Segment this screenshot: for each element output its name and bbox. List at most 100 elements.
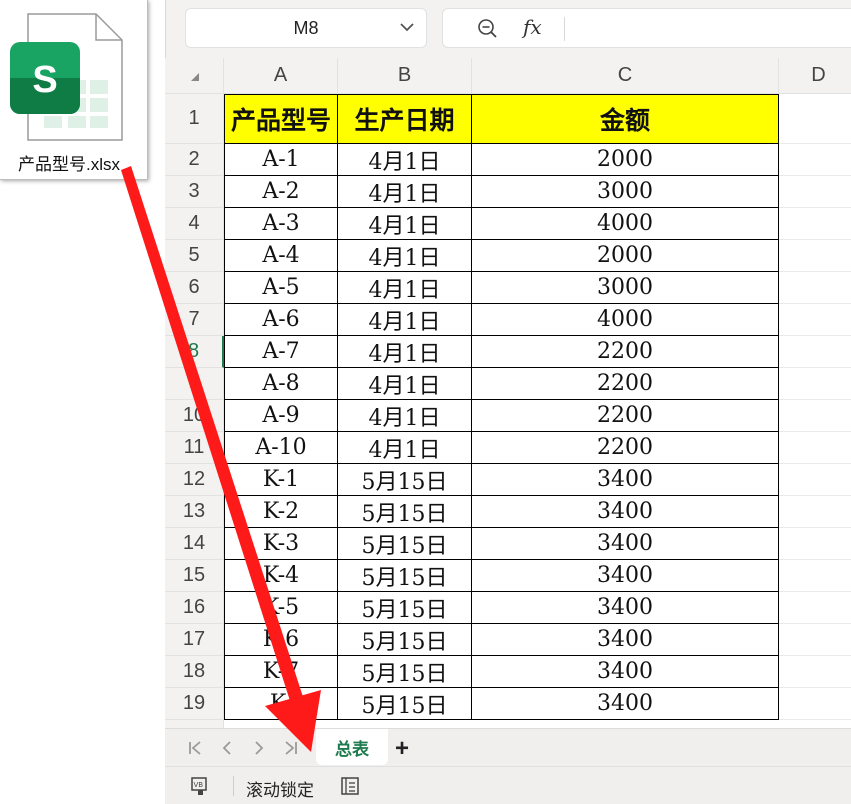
table-cell[interactable]: 5月15日: [338, 496, 472, 528]
row-header[interactable]: 18: [165, 656, 224, 688]
table-cell[interactable]: 4月1日: [338, 304, 472, 336]
table-cell[interactable]: 5月15日: [338, 464, 472, 496]
table-cell[interactable]: 4月1日: [338, 400, 472, 432]
table-cell[interactable]: 3400: [472, 656, 779, 688]
table-cell[interactable]: A-9: [224, 400, 338, 432]
table-cell[interactable]: A-2: [224, 176, 338, 208]
table-cell[interactable]: 4月1日: [338, 432, 472, 464]
row-header[interactable]: 8: [165, 336, 224, 368]
table-cell[interactable]: 2200: [472, 368, 779, 400]
table-cell[interactable]: 2200: [472, 336, 779, 368]
table-cell[interactable]: 4000: [472, 304, 779, 336]
row-header[interactable]: 2: [165, 144, 224, 176]
table-cell[interactable]: A-4: [224, 240, 338, 272]
row-header[interactable]: [165, 720, 224, 728]
table-cell[interactable]: 4月1日: [338, 240, 472, 272]
empty-cell[interactable]: [779, 144, 851, 176]
table-cell[interactable]: A-8: [224, 368, 338, 400]
column-header-b[interactable]: B: [338, 58, 472, 94]
empty-cell[interactable]: [779, 240, 851, 272]
empty-cell[interactable]: [779, 176, 851, 208]
table-cell[interactable]: 3400: [472, 624, 779, 656]
table-cell[interactable]: 2200: [472, 400, 779, 432]
row-header[interactable]: 19: [165, 688, 224, 720]
formula-bar[interactable]: fx: [442, 8, 851, 48]
table-cell[interactable]: 4月1日: [338, 144, 472, 176]
table-cell[interactable]: 4月1日: [338, 272, 472, 304]
table-cell[interactable]: 5月15日: [338, 624, 472, 656]
table-cell[interactable]: K-: [224, 688, 338, 720]
column-header-d[interactable]: D: [779, 58, 851, 94]
row-header[interactable]: 7: [165, 304, 224, 336]
header-cell[interactable]: 生产日期: [338, 94, 472, 144]
chevron-down-icon[interactable]: [398, 18, 416, 36]
add-sheet-icon[interactable]: +: [395, 735, 409, 763]
table-cell[interactable]: 3400: [472, 592, 779, 624]
table-cell[interactable]: A-6: [224, 304, 338, 336]
empty-cell[interactable]: [779, 688, 851, 720]
sheet-tab-summary[interactable]: 总表: [316, 729, 388, 765]
last-sheet-icon[interactable]: [281, 738, 301, 758]
empty-cell[interactable]: [779, 432, 851, 464]
table-cell[interactable]: A-5: [224, 272, 338, 304]
table-cell[interactable]: A-1: [224, 144, 338, 176]
macro-record-icon[interactable]: VB: [189, 775, 211, 797]
table-cell[interactable]: 2200: [472, 432, 779, 464]
empty-cell[interactable]: [779, 624, 851, 656]
column-header-c[interactable]: C: [472, 58, 779, 94]
table-cell[interactable]: 2000: [472, 144, 779, 176]
table-cell[interactable]: 3400: [472, 464, 779, 496]
table-cell[interactable]: 4月1日: [338, 336, 472, 368]
table-cell[interactable]: 3400: [472, 560, 779, 592]
header-cell[interactable]: 金额: [472, 94, 779, 144]
scroll-lock-status[interactable]: 滚动锁定: [246, 776, 314, 801]
first-sheet-icon[interactable]: [185, 738, 205, 758]
column-header-a[interactable]: A: [224, 58, 338, 94]
empty-cell[interactable]: [779, 560, 851, 592]
name-box[interactable]: M8: [185, 8, 427, 48]
row-header[interactable]: 17: [165, 624, 224, 656]
table-cell[interactable]: 3400: [472, 528, 779, 560]
row-header[interactable]: 16: [165, 592, 224, 624]
select-all-corner[interactable]: [165, 58, 224, 94]
row-header[interactable]: 5: [165, 240, 224, 272]
table-cell[interactable]: 2000: [472, 240, 779, 272]
table-cell[interactable]: 3000: [472, 272, 779, 304]
table-cell[interactable]: 4月1日: [338, 176, 472, 208]
empty-cell[interactable]: [779, 208, 851, 240]
table-cell[interactable]: 5月15日: [338, 560, 472, 592]
table-cell[interactable]: K-5: [224, 592, 338, 624]
row-header[interactable]: 12: [165, 464, 224, 496]
empty-cell[interactable]: [779, 496, 851, 528]
table-cell[interactable]: 5月15日: [338, 528, 472, 560]
table-cell[interactable]: 5月15日: [338, 656, 472, 688]
function-icon[interactable]: fx: [523, 15, 542, 39]
table-cell[interactable]: K-2: [224, 496, 338, 528]
table-cell[interactable]: K-1: [224, 464, 338, 496]
next-sheet-icon[interactable]: [249, 738, 269, 758]
empty-cell[interactable]: [779, 400, 851, 432]
table-cell[interactable]: K-3: [224, 528, 338, 560]
table-cell[interactable]: 4月1日: [338, 368, 472, 400]
row-header[interactable]: 3: [165, 176, 224, 208]
row-header[interactable]: 1: [165, 94, 224, 144]
table-cell[interactable]: A-7: [224, 336, 338, 368]
empty-cell[interactable]: [779, 528, 851, 560]
empty-cell[interactable]: [779, 94, 851, 144]
row-header[interactable]: 10: [165, 400, 224, 432]
sheet-grid[interactable]: A B C D 1 产品型号 生产日期 金额 2 A-1 4月1日 2000 3 A-2 4月1日 3000 4…: [165, 58, 851, 728]
row-header[interactable]: 13: [165, 496, 224, 528]
table-cell[interactable]: A-10: [224, 432, 338, 464]
empty-cell[interactable]: [779, 336, 851, 368]
row-header[interactable]: 4: [165, 208, 224, 240]
table-cell[interactable]: A-3: [224, 208, 338, 240]
empty-cell[interactable]: [779, 272, 851, 304]
table-cell[interactable]: K-7: [224, 656, 338, 688]
prev-sheet-icon[interactable]: [217, 738, 237, 758]
accessibility-icon[interactable]: [339, 775, 361, 797]
table-cell[interactable]: 3400: [472, 496, 779, 528]
table-cell[interactable]: 3400: [472, 688, 779, 720]
table-cell[interactable]: 4000: [472, 208, 779, 240]
table-cell[interactable]: 5月15日: [338, 688, 472, 720]
table-cell[interactable]: 3000: [472, 176, 779, 208]
